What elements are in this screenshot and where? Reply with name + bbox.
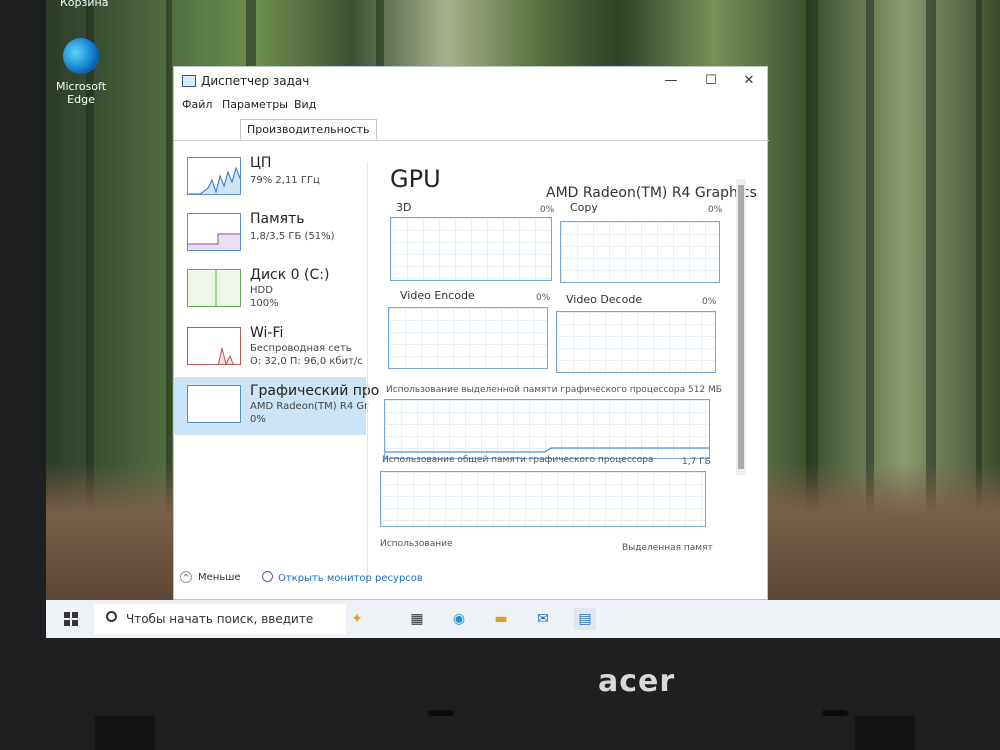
maximize-button[interactable]: ☐: [691, 67, 731, 95]
disk-sparkline: [188, 270, 240, 306]
tab-divider: [174, 140, 769, 141]
sidebar-item-detail: 79% 2,11 ГГц: [250, 175, 320, 186]
menu-view[interactable]: Вид: [294, 98, 316, 111]
dedicated-memory-caption: Выделенная памят: [622, 543, 713, 553]
open-resource-monitor-link[interactable]: Открыть монитор ресурсов: [262, 571, 423, 584]
performance-sidebar: ЦП 79% 2,11 ГГц Память 1,8/3,5 ГБ (51%) …: [174, 149, 379, 579]
disk-thumbnail-graph: [187, 269, 241, 307]
menu-file[interactable]: Файл: [182, 98, 212, 111]
wifi-sparkline: [217, 347, 234, 364]
engine-3d-percent: 0%: [540, 205, 555, 215]
recycle-bin-label[interactable]: Корзина: [60, 0, 108, 9]
gpu-heading: GPU: [390, 165, 441, 193]
sidebar-item-value: О: 32,0 П: 96,0 кбит/с: [250, 356, 363, 367]
sidebar-item-label: Диск 0 (C:): [250, 267, 330, 283]
shared-memory-label: Использование общей памяти графического …: [382, 455, 654, 465]
sidebar-item-gpu[interactable]: Графический про AMD Radeon(TM) R4 Gr 0%: [174, 377, 379, 435]
menu-options[interactable]: Параметры: [222, 98, 288, 111]
title-bar[interactable]: Диспетчер задач — ☐ ✕: [174, 67, 769, 95]
sidebar-item-detail: Беспроводная сеть: [250, 343, 352, 354]
shared-memory-graph: [380, 471, 706, 527]
taskbar: Чтобы начать поиск, введите ✦ ▦ ◉ ▬ ✉ ▤: [46, 600, 1000, 638]
lid-bumper: [428, 710, 454, 716]
cpu-sparkline: [188, 166, 240, 194]
task-manager-taskbar-icon[interactable]: ▤: [574, 608, 596, 630]
task-view-icon[interactable]: ▦: [406, 608, 428, 630]
gpu-model-name: AMD Radeon(TM) R4 Graphics: [546, 185, 757, 201]
dedicated-memory-line: [385, 447, 709, 453]
minimize-button[interactable]: —: [651, 67, 691, 95]
window-title: Диспетчер задач: [201, 74, 310, 88]
engine-3d-graph: [390, 217, 552, 281]
laptop-hinge: [95, 716, 155, 750]
sidebar-item-wifi[interactable]: Wi-Fi Беспроводная сеть О: 32,0 П: 96,0 …: [174, 319, 366, 377]
sidebar-item-cpu[interactable]: ЦП 79% 2,11 ГГц: [174, 149, 366, 207]
fewer-details-label: Меньше: [198, 572, 241, 583]
window-footer: ^ Меньше Открыть монитор ресурсов: [174, 567, 769, 589]
engine-video-decode-label[interactable]: Video Decode: [566, 293, 642, 306]
sidebar-item-memory[interactable]: Память 1,8/3,5 ГБ (51%): [174, 205, 366, 263]
wifi-thumbnail-graph: [187, 327, 241, 365]
laptop-hinge: [855, 716, 915, 750]
gpu-details-pane: GPU AMD Radeon(TM) R4 Graphics 3D 0% Cop…: [380, 159, 757, 569]
engine-copy-percent: 0%: [708, 205, 723, 215]
start-windows-icon[interactable]: [64, 612, 78, 626]
search-placeholder: Чтобы начать поиск, введите: [126, 612, 314, 626]
gpu-thumbnail-graph: [187, 385, 241, 423]
file-explorer-icon[interactable]: ▬: [490, 608, 512, 630]
tab-performance[interactable]: Производительность: [240, 119, 377, 140]
engine-3d-label[interactable]: 3D: [396, 201, 411, 214]
resource-monitor-icon: [262, 571, 273, 582]
dedicated-memory-graph: [384, 399, 710, 459]
memory-thumbnail-graph: [187, 213, 241, 251]
sidebar-item-label: ЦП: [250, 155, 272, 171]
engine-video-encode-percent: 0%: [536, 293, 551, 303]
engine-video-encode-label[interactable]: Video Encode: [400, 289, 475, 302]
sidebar-item-value: 100%: [250, 298, 279, 309]
edge-shortcut-label: Microsoft Edge: [55, 80, 107, 106]
sidebar-item-detail: AMD Radeon(TM) R4 Gr: [250, 401, 369, 412]
engine-video-decode-percent: 0%: [702, 297, 717, 307]
sidebar-item-detail: HDD: [250, 285, 273, 296]
edge-icon: [63, 38, 99, 74]
task-manager-window: Диспетчер задач — ☐ ✕ Файл Параметры Вид…: [173, 66, 769, 600]
engine-copy-label[interactable]: Copy: [570, 201, 598, 214]
cpu-thumbnail-graph: [187, 157, 241, 195]
lid-bumper: [822, 710, 848, 716]
engine-copy-graph: [560, 221, 720, 283]
scrollbar-thumb[interactable]: [738, 185, 744, 469]
edge-taskbar-icon[interactable]: ◉: [448, 608, 470, 630]
search-icon: [106, 611, 117, 622]
task-manager-icon: [182, 75, 196, 87]
dedicated-memory-label: Использование выделенной памяти графичес…: [386, 385, 722, 395]
pane-divider[interactable]: [367, 162, 368, 582]
sidebar-item-label: Память: [250, 211, 305, 227]
memory-sparkline: [188, 233, 240, 250]
acer-logo: acer: [598, 664, 676, 699]
chevron-up-icon: ^: [180, 571, 192, 583]
usage-caption: Использование: [380, 539, 453, 549]
resource-monitor-label: Открыть монитор ресурсов: [278, 573, 423, 584]
sidebar-item-detail: 1,8/3,5 ГБ (51%): [250, 231, 335, 242]
close-button[interactable]: ✕: [729, 67, 769, 95]
details-scrollbar[interactable]: [736, 179, 746, 475]
edge-desktop-shortcut[interactable]: Microsoft Edge: [52, 38, 110, 106]
sidebar-item-label: Wi-Fi: [250, 325, 284, 341]
mail-icon[interactable]: ✉: [532, 608, 554, 630]
sidebar-item-disk[interactable]: Диск 0 (C:) HDD 100%: [174, 261, 366, 319]
taskbar-search-box[interactable]: Чтобы начать поиск, введите: [94, 604, 346, 634]
engine-video-encode-graph: [388, 307, 548, 369]
fewer-details-button[interactable]: ^ Меньше: [180, 571, 241, 583]
menu-bar: Файл Параметры Вид: [174, 95, 769, 115]
shared-memory-value: 1,7 ГБ: [682, 457, 711, 467]
sidebar-item-label: Графический про: [250, 383, 380, 399]
photo-stage: Корзина Microsoft Edge Диспетчер задач —…: [0, 0, 1000, 750]
sidebar-item-value: 0%: [250, 414, 266, 425]
engine-video-decode-graph: [556, 311, 716, 373]
search-highlight-icon[interactable]: ✦: [346, 608, 368, 630]
